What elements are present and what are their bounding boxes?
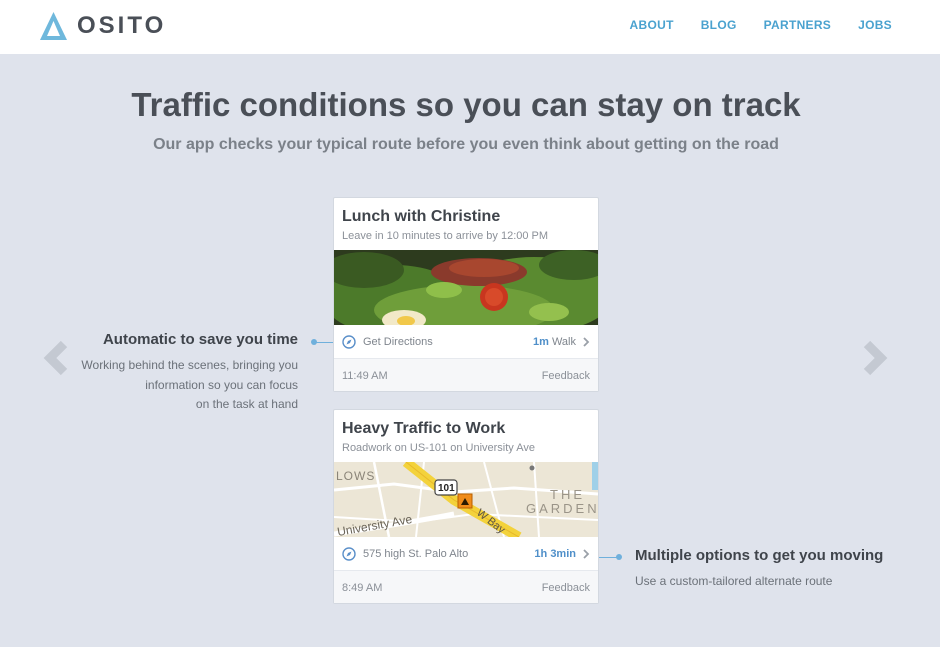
map-label-101: 101: [438, 483, 455, 494]
main-nav: ABOUT BLOG PARTNERS JOBS: [630, 18, 892, 32]
directions-label: Get Directions: [363, 336, 433, 348]
feature-description: Working behind the scenes, bringing you …: [40, 356, 298, 415]
connector-dot: [616, 554, 622, 560]
header: OSITO ABOUT BLOG PARTNERS JOBS: [0, 0, 940, 54]
feature-options: Multiple options to get you moving Use a…: [635, 547, 915, 592]
card-footer: 8:49 AM Feedback: [334, 571, 598, 603]
map-label-lows: LOWS: [336, 469, 375, 483]
travel-mode: Walk: [548, 336, 576, 348]
directions-row[interactable]: 575 high St. Palo Alto 1h 3min: [334, 537, 598, 571]
feature-line: information so you can focus: [145, 377, 298, 392]
card-subtitle: Leave in 10 minutes to arrive by 12:00 P…: [342, 230, 549, 242]
event-card-traffic[interactable]: Heavy Traffic to Work Roadwork on US-101…: [333, 409, 599, 604]
card-title: Lunch with Christine: [342, 208, 501, 225]
logo-text: OSITO: [77, 12, 167, 39]
event-card-lunch[interactable]: Lunch with Christine Leave in 10 minutes…: [333, 197, 599, 392]
map-label-the: THE: [550, 487, 585, 502]
feedback-link[interactable]: Feedback: [542, 370, 590, 382]
travel-time-value: 1m: [533, 336, 549, 348]
feature-title: Automatic to save you time: [102, 331, 298, 348]
compass-icon: [342, 547, 356, 561]
card-timestamp: 8:49 AM: [342, 582, 383, 594]
feedback-link[interactable]: Feedback: [542, 582, 590, 594]
feature-line: Working behind the scenes, bringing you: [81, 358, 298, 372]
feature-automatic: Automatic to save you time Working behin…: [40, 331, 298, 415]
travel-time-value: 1h 3min: [534, 548, 576, 560]
connector-line: [314, 342, 333, 343]
feature-line: on the task at hand: [195, 397, 298, 411]
chevron-right-icon: [583, 549, 590, 559]
compass-icon: [342, 335, 356, 349]
directions-row[interactable]: Get Directions 1m Walk: [334, 325, 598, 359]
carousel-next-button[interactable]: [853, 338, 893, 378]
travel-time: 1m Walk: [533, 336, 576, 348]
feature-description: Use a custom-tailored alternate route: [635, 572, 915, 592]
feature-line: Use a custom-tailored alternate route: [635, 574, 833, 588]
hero-title: Traffic conditions so you can stay on tr…: [131, 86, 801, 123]
card-title: Heavy Traffic to Work: [342, 420, 506, 437]
card-timestamp: 11:49 AM: [342, 370, 388, 382]
chevron-right-icon: [583, 337, 590, 347]
nav-partners[interactable]: PARTNERS: [764, 18, 832, 32]
nav-about[interactable]: ABOUT: [630, 18, 674, 32]
card-footer: 11:49 AM Feedback: [334, 359, 598, 391]
feature-title: Multiple options to get you moving: [635, 547, 884, 564]
card-subtitle: Roadwork on US-101 on University Ave: [342, 442, 536, 454]
arrow-right-icon: [863, 340, 888, 376]
hero-subtitle: Our app checks your typical route before…: [153, 136, 779, 153]
logo[interactable]: OSITO: [40, 11, 166, 41]
map-label-garden: GARDEN: [526, 501, 598, 516]
logo-triangle-icon: [40, 12, 67, 40]
salad-photo: [334, 250, 598, 325]
travel-time: 1h 3min: [534, 548, 576, 560]
nav-blog[interactable]: BLOG: [701, 18, 737, 32]
nav-jobs[interactable]: JOBS: [858, 18, 892, 32]
map-view[interactable]: LOWS 101 THE GARDEN University Ave W Bay: [334, 462, 598, 537]
directions-label: 575 high St. Palo Alto: [363, 548, 469, 560]
